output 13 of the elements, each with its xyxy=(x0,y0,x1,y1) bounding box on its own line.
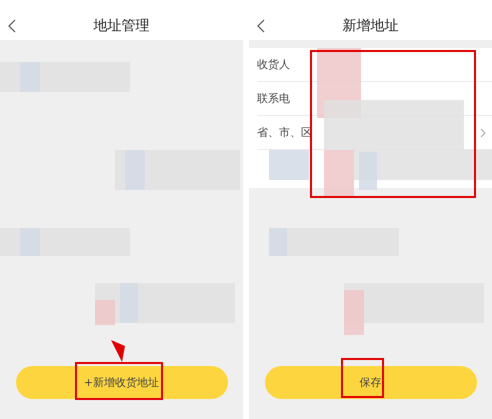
field-label: 省、市、区 xyxy=(257,125,312,140)
blur-patch xyxy=(269,150,309,180)
add-address-button[interactable]: +新增收货地址 xyxy=(16,366,228,399)
back-icon[interactable] xyxy=(8,19,16,33)
field-label: 收货人 xyxy=(257,57,290,72)
save-button[interactable]: 保存 xyxy=(264,366,476,399)
pointer-arrow xyxy=(111,340,125,362)
field-label: 联系电 xyxy=(257,91,290,106)
back-icon[interactable] xyxy=(257,19,265,33)
page-title: 地址管理 xyxy=(94,17,150,35)
chevron-icon xyxy=(480,128,486,138)
page-title: 新增地址 xyxy=(342,17,398,35)
highlight-frame xyxy=(341,358,384,398)
